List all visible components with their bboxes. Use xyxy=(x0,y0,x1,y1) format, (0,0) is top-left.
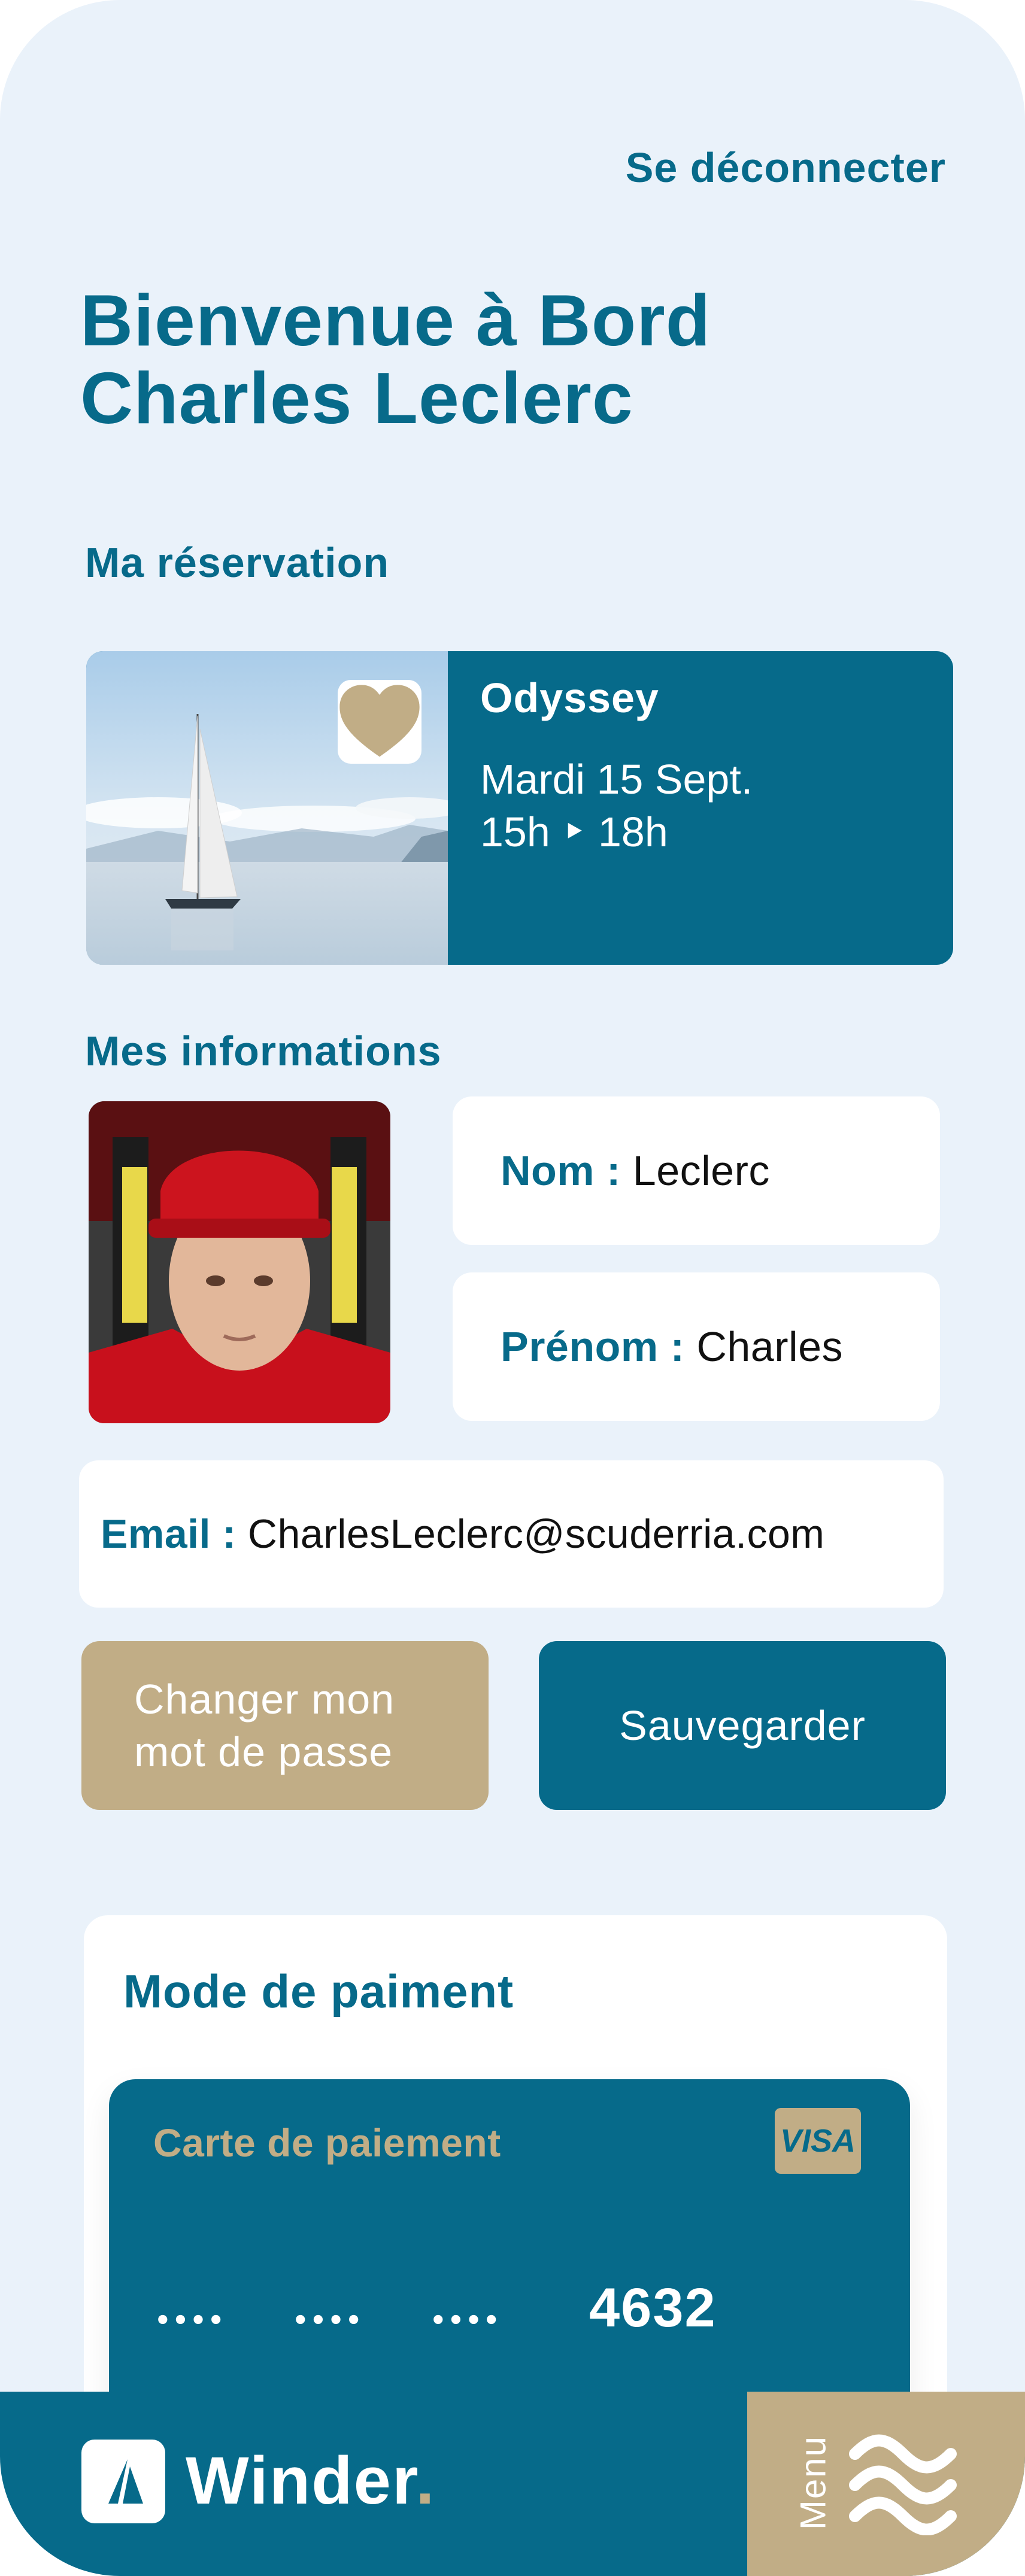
card-masked-group-1: •••• xyxy=(157,2300,228,2338)
welcome-heading: Bienvenue à Bord Charles Leclerc xyxy=(80,281,711,437)
brand-dot: . xyxy=(416,2443,436,2518)
welcome-line-2: Charles Leclerc xyxy=(80,357,633,439)
boat-photo xyxy=(86,651,448,965)
welcome-line-1: Bienvenue à Bord xyxy=(80,280,711,361)
menu-button[interactable]: Menu xyxy=(747,2392,1025,2576)
info-section-title: Mes informations xyxy=(85,1028,442,1074)
card-masked-group-3: •••• xyxy=(432,2300,504,2338)
app-logo[interactable] xyxy=(81,2440,165,2523)
sail-logo-icon xyxy=(108,2459,143,2504)
email-label: Email : xyxy=(101,1511,248,1557)
change-password-line-1: Changer mon xyxy=(134,1676,395,1723)
first-name-field[interactable]: Prénom : Charles xyxy=(453,1272,940,1421)
change-password-button[interactable]: Changer mon mot de passe xyxy=(81,1641,489,1810)
payment-section-title: Mode de paiment xyxy=(123,1965,514,2018)
waves-menu-icon xyxy=(849,2434,957,2535)
heart-icon xyxy=(339,685,420,757)
boat-name: Odyssey xyxy=(480,675,659,721)
email-field[interactable]: Email : CharlesLeclerc@scuderria.com xyxy=(79,1460,944,1608)
last-name-label: Nom : xyxy=(501,1147,633,1194)
email-value: CharlesLeclerc@scuderria.com xyxy=(247,1511,825,1557)
reservation-card[interactable]: Odyssey Mardi 15 Sept. 15h ‣ 18h xyxy=(86,651,953,965)
last-name-value: Leclerc xyxy=(632,1147,770,1194)
last-name-field[interactable]: Nom : Leclerc xyxy=(453,1096,940,1245)
first-name-label: Prénom : xyxy=(501,1323,697,1370)
first-name-value: Charles xyxy=(696,1323,844,1370)
change-password-line-2: mot de passe xyxy=(134,1729,393,1775)
favorite-button[interactable] xyxy=(338,680,421,764)
card-label: Carte de paiement xyxy=(153,2121,501,2165)
menu-label: Menu xyxy=(793,2435,833,2531)
logout-link[interactable]: Se déconnecter xyxy=(626,144,946,192)
visa-logo: VISA xyxy=(775,2108,861,2174)
profile-screen: Se déconnecter Bienvenue à Bord Charles … xyxy=(0,0,1025,2576)
reservation-date: Mardi 15 Sept. xyxy=(480,756,753,803)
reservation-details: Odyssey Mardi 15 Sept. 15h ‣ 18h xyxy=(480,674,753,858)
reservation-time: 15h ‣ 18h xyxy=(480,809,668,855)
brand-name: Winder. xyxy=(186,2442,436,2519)
avatar[interactable] xyxy=(89,1101,390,1423)
card-masked-group-2: •••• xyxy=(295,2300,366,2338)
reservation-section-title: Ma réservation xyxy=(85,539,390,586)
bottom-bar: Winder. Menu xyxy=(0,2392,1025,2576)
save-button[interactable]: Sauvegarder xyxy=(539,1641,946,1810)
card-last-digits: 4632 xyxy=(589,2277,717,2338)
brand-text: Winder xyxy=(186,2443,416,2518)
